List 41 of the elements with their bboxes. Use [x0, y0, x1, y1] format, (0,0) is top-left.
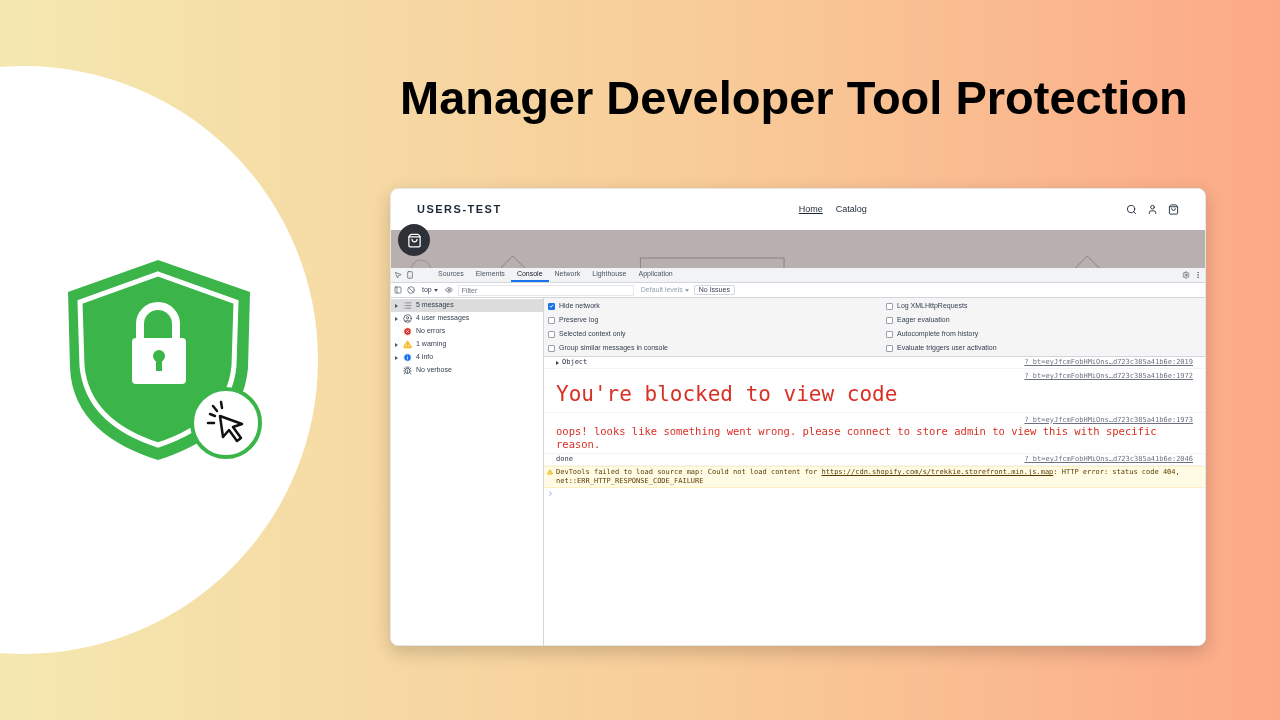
- checkbox[interactable]: [886, 316, 893, 324]
- error-message: oops! looks like something went wrong. please connect to store admin to view this with specific reason.: [556, 425, 1158, 451]
- blocked-message: You're blocked to view code: [556, 381, 899, 406]
- checkbox[interactable]: [548, 302, 555, 310]
- checkbox[interactable]: [886, 302, 893, 310]
- eye-icon[interactable]: [444, 286, 453, 294]
- expand-icon[interactable]: [395, 342, 398, 347]
- prompt-icon[interactable]: [547, 490, 554, 497]
- shopping-bag-icon: [406, 232, 422, 248]
- nav-link[interactable]: Catalog: [835, 202, 867, 217]
- account-icon[interactable]: [1147, 204, 1158, 215]
- sidebar-toggle-icon[interactable]: [394, 286, 402, 294]
- warning-icon: [403, 340, 412, 349]
- store-logo[interactable]: USERS-TEST: [417, 201, 502, 218]
- error-icon: [403, 327, 412, 336]
- bug-icon: [403, 366, 412, 375]
- settings-icon[interactable]: [1182, 271, 1190, 279]
- list-icon: [403, 301, 412, 310]
- user-icon: [403, 314, 412, 323]
- checkbox[interactable]: [886, 344, 893, 352]
- clear-icon[interactable]: [407, 286, 415, 294]
- expand-icon[interactable]: [556, 360, 559, 365]
- page-title: Manager Developer Tool Protection: [400, 72, 1188, 124]
- checkbox[interactable]: [548, 330, 555, 338]
- caret-icon: [684, 288, 689, 292]
- cart-icon[interactable]: [1168, 204, 1179, 215]
- checkbox[interactable]: [548, 344, 555, 352]
- caret-icon: [433, 288, 438, 292]
- shop-badge[interactable]: [398, 224, 430, 256]
- nav-link[interactable]: Home: [798, 202, 823, 217]
- search-icon[interactable]: [1126, 204, 1137, 215]
- expand-icon[interactable]: [395, 316, 398, 321]
- info-icon: [403, 353, 412, 362]
- expand-icon[interactable]: [395, 303, 398, 308]
- warning-icon: [547, 469, 553, 475]
- device-icon[interactable]: [406, 271, 414, 279]
- expand-icon[interactable]: [395, 355, 398, 360]
- more-icon[interactable]: [1194, 271, 1202, 279]
- checkbox[interactable]: [548, 316, 555, 324]
- inspect-icon[interactable]: [394, 271, 402, 279]
- checkbox[interactable]: [886, 330, 893, 338]
